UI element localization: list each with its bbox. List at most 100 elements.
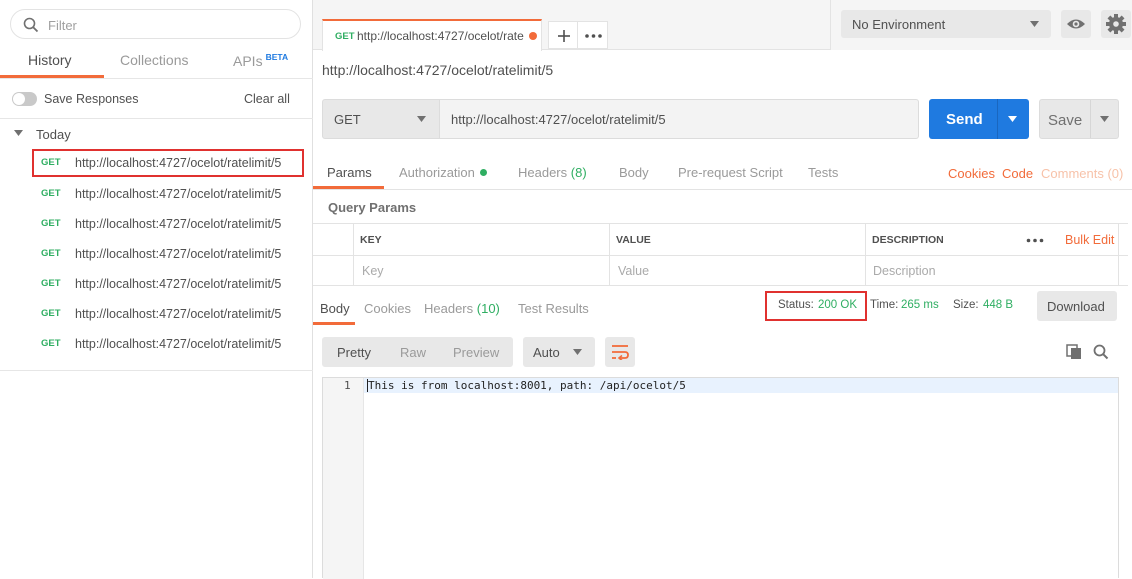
sidebar: Filter History Collections APIs BETA Save…: [0, 0, 313, 578]
query-params-table: KEY VALUE DESCRIPTION Bulk Edit Key Valu…: [313, 223, 1128, 286]
history-item[interactable]: GET http://localhost:4727/ocelot/ratelim…: [32, 270, 304, 298]
status-label: Status:: [778, 299, 814, 311]
format-pretty-button[interactable]: Pretty: [337, 345, 371, 360]
save-responses-label: Save Responses: [44, 92, 139, 106]
environment-select[interactable]: No Environment: [841, 10, 1051, 38]
beta-badge: BETA: [265, 52, 289, 62]
method-badge: GET: [41, 188, 61, 199]
download-label: Download: [1047, 299, 1105, 314]
new-tab-button[interactable]: [548, 21, 578, 49]
caret-down-icon[interactable]: [1008, 116, 1017, 122]
tab-more-button[interactable]: [577, 21, 608, 49]
cookies-link[interactable]: Cookies: [948, 166, 995, 181]
time-value: 265 ms: [901, 299, 939, 311]
send-button[interactable]: Send: [929, 99, 1029, 139]
history-url: http://localhost:4727/ocelot/ratelimit/5: [75, 277, 282, 291]
format-raw-button[interactable]: Raw: [400, 345, 426, 360]
caret-down-icon: [1030, 21, 1039, 27]
history-group-today[interactable]: Today: [36, 127, 71, 142]
comments-link[interactable]: Comments (0): [1041, 166, 1123, 181]
caret-down-icon[interactable]: [14, 130, 23, 136]
language-select[interactable]: Auto: [523, 337, 595, 367]
wrap-lines-button[interactable]: [605, 337, 635, 367]
request-title: http://localhost:4727/ocelot/ratelimit/5: [322, 62, 554, 78]
divider: [0, 118, 313, 119]
tab-authorization[interactable]: Authorization: [399, 165, 487, 180]
tab-history[interactable]: History: [28, 52, 72, 68]
method-badge: GET: [41, 278, 61, 289]
bulk-edit-link[interactable]: Bulk Edit: [1065, 233, 1114, 247]
search-icon[interactable]: [1093, 344, 1109, 360]
divider: [313, 255, 1128, 256]
response-tab-headers[interactable]: Headers (10): [424, 301, 500, 316]
url-value: http://localhost:4727/ocelot/ratelimit/5: [451, 112, 666, 127]
column-header-value: VALUE: [616, 234, 651, 246]
history-url: http://localhost:4727/ocelot/ratelimit/5: [75, 187, 282, 201]
tab-authorization-label: Authorization: [399, 165, 475, 180]
save-label: Save: [1048, 112, 1083, 129]
response-body-editor[interactable]: 1 This is from localhost:8001, path: /ap…: [322, 377, 1119, 579]
code-link[interactable]: Code: [1002, 166, 1033, 181]
tab-collections[interactable]: Collections: [120, 52, 188, 68]
query-params-title: Query Params: [328, 200, 417, 215]
caret-down-icon: [417, 116, 426, 122]
history-item[interactable]: GET http://localhost:4727/ocelot/ratelim…: [32, 210, 304, 238]
request-tab[interactable]: GET http://localhost:4727/ocelot/rate: [322, 19, 542, 51]
response-tab-test-results[interactable]: Test Results: [518, 301, 589, 316]
request-tab-method: GET: [335, 31, 355, 42]
tab-tests[interactable]: Tests: [808, 165, 838, 180]
caret-down-icon: [573, 349, 582, 355]
history-url: http://localhost:4727/ocelot/ratelimit/5: [75, 247, 282, 261]
caret-down-icon[interactable]: [1100, 116, 1109, 122]
response-tab-cookies[interactable]: Cookies: [364, 301, 411, 316]
more-dots-icon[interactable]: [1026, 238, 1044, 243]
gear-icon: [1106, 14, 1126, 34]
tab-body[interactable]: Body: [619, 165, 649, 180]
divider: [997, 99, 998, 139]
clear-all-link[interactable]: Clear all: [244, 92, 290, 106]
divider: [1090, 100, 1091, 138]
save-button[interactable]: Save: [1039, 99, 1119, 139]
size-value: 448 B: [983, 299, 1014, 311]
size-label: Size:: [953, 299, 979, 311]
wrap-icon: [612, 345, 629, 360]
history-url: http://localhost:4727/ocelot/ratelimit/5: [75, 337, 282, 351]
url-input[interactable]: http://localhost:4727/ocelot/ratelimit/5: [439, 99, 919, 139]
format-preview-button[interactable]: Preview: [453, 345, 499, 360]
history-item[interactable]: GET http://localhost:4727/ocelot/ratelim…: [32, 149, 304, 177]
tab-headers[interactable]: Headers (8): [518, 165, 587, 180]
time-label: Time:: [870, 299, 899, 311]
history-item[interactable]: GET http://localhost:4727/ocelot/ratelim…: [32, 330, 304, 358]
copy-icon[interactable]: [1066, 344, 1083, 360]
headers-count: (8): [570, 165, 587, 180]
method-badge: GET: [41, 218, 61, 229]
tab-apis[interactable]: APIs BETA: [233, 52, 288, 69]
language-value: Auto: [533, 345, 560, 360]
history-item[interactable]: GET http://localhost:4727/ocelot/ratelim…: [32, 180, 304, 208]
manage-environments-button[interactable]: [1101, 10, 1131, 38]
status-dot-icon: [479, 169, 487, 176]
send-label: Send: [946, 111, 983, 128]
history-item[interactable]: GET http://localhost:4727/ocelot/ratelim…: [32, 300, 304, 328]
line-number: 1: [344, 379, 351, 392]
status-value: 200 OK: [818, 299, 857, 311]
text-cursor: [367, 379, 368, 392]
environment-value: No Environment: [852, 17, 946, 32]
method-select[interactable]: GET: [322, 99, 440, 139]
value-input[interactable]: Value: [618, 264, 649, 278]
history-item[interactable]: GET http://localhost:4727/ocelot/ratelim…: [32, 240, 304, 268]
eye-icon: [1067, 19, 1085, 29]
filter-placeholder: Filter: [48, 18, 77, 33]
tab-params[interactable]: Params: [327, 165, 372, 180]
divider: [313, 189, 1132, 190]
key-input[interactable]: Key: [362, 264, 384, 278]
save-responses-toggle[interactable]: [12, 92, 37, 106]
download-button[interactable]: Download: [1037, 291, 1117, 321]
description-input[interactable]: Description: [873, 264, 936, 278]
response-tab-body[interactable]: Body: [320, 301, 350, 316]
tab-headers-label: Headers: [518, 165, 568, 180]
environment-quick-look-button[interactable]: [1061, 10, 1091, 38]
history-url: http://localhost:4727/ocelot/ratelimit/5: [75, 307, 282, 321]
filter-input[interactable]: Filter: [10, 9, 301, 39]
tab-pre-request-script[interactable]: Pre-request Script: [678, 165, 783, 180]
